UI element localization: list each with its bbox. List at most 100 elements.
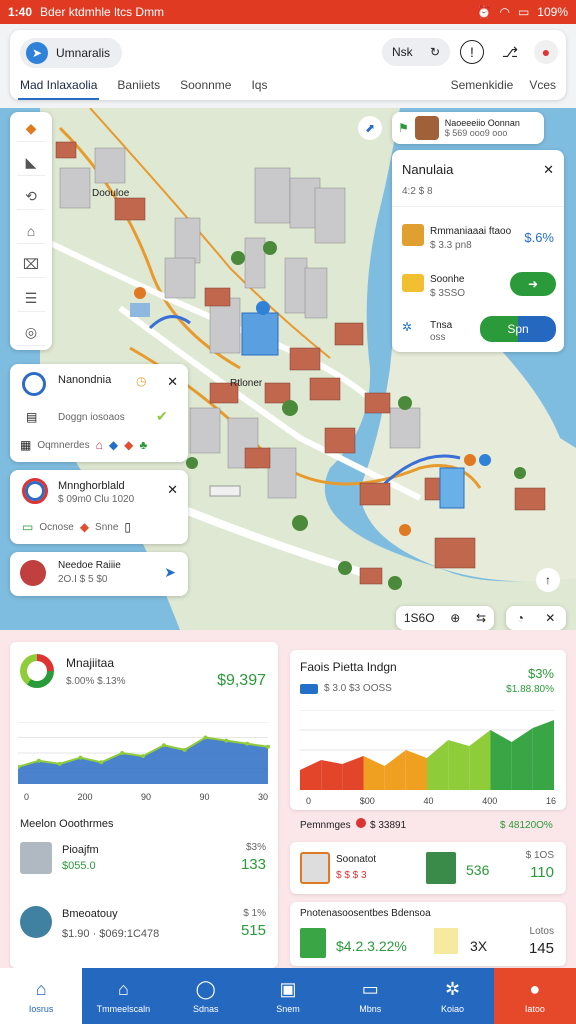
tab-right-2[interactable]: Vces [529,78,556,92]
camera-icon[interactable]: ⌧ [17,252,45,278]
zoom-control[interactable]: ◔ ✕ [506,606,566,630]
row1-name: Soonatot [336,854,377,865]
close-icon[interactable]: ✕ [167,482,178,498]
status-bar: 1:40 Bder ktdmhle ltcs Dmm ⏰ ◠ ▭ 109% [0,0,576,24]
scale-value: 1S6O [403,611,435,625]
right-title: Faois Pietta Indgn [300,660,397,674]
data-point [266,744,270,749]
area-segment [300,760,322,790]
action-button[interactable]: Spn [480,316,556,342]
left-x-tick-2: 200 [77,792,93,802]
doc-green-icon [300,928,326,958]
tab-3[interactable]: Soonnme [178,76,233,100]
item1-name: Pioajfm [62,844,99,856]
pin-tool-icon[interactable]: ◣ [17,150,45,176]
top-bar: ➤ Umnaralis Nsk ↻ ! ⎇ ● Mad Inlaxaolia B… [10,30,566,100]
direction-icon[interactable]: ↑ [536,568,560,592]
area-segment [532,720,554,790]
place-detail-panel: Nanulaia ✕ 4:2 $ 8 Rmmaniaaai ftaoo $ 3.… [392,150,564,352]
share-icon[interactable]: ⎇ [498,40,522,64]
data-point [120,751,125,755]
card2-tag-2: Snne [95,521,119,533]
share-tool-icon: ✲ [402,320,413,334]
tab-map[interactable]: Mad Inlaxaolia [18,76,100,100]
diamond-icon-2: ◆ [124,438,134,452]
row1-sub: $ 3.3 pn8 [430,240,472,251]
left-title: Mnajiitaa [66,656,115,670]
place-card-3[interactable]: Needoe Raiiie 2O.I $ 5 $0 ➤ [10,552,188,596]
right-pct-2: $1.88.80% [506,684,554,695]
row2-name: Pnotenasoosentbes Bdensoa [300,908,431,919]
nav-label-6: Koiao [441,1003,465,1014]
search-input[interactable]: Nsk ↻ [382,38,450,66]
left-sub: $.00% $.13% [66,676,126,687]
status-time: 1:40 [8,5,33,19]
badge-line-1: Naoeeeiio Oonnan [444,118,520,128]
go-button[interactable]: ➜ [510,272,556,296]
tab-2[interactable]: Baniiets [115,76,162,100]
grid-icon: ▦ [20,438,32,452]
scale-control[interactable]: 1S6O ⊕ ⇆ [396,606,494,630]
data-point [57,761,62,766]
location-label: Umnaralis [56,46,111,60]
status-carrier: Bder ktdmhle ltcs Dmm [40,5,165,19]
tab-right-1[interactable]: Semenkidie [451,78,514,92]
right-row-1[interactable]: Soonatot $ $ $ 3 536 $ 1OS 110 [290,842,566,894]
right-x-tick-1: 0 [306,796,312,806]
ticket-icon [402,274,424,292]
right-x-tick-4: 400 [482,796,498,806]
right-legend-val: $ 33891 [370,820,407,831]
close-icon[interactable]: ✕ [543,162,554,178]
row1-image [426,852,456,884]
nav-settings[interactable]: ✲ Koiao [411,968,493,1024]
row1-val-2: 110 [530,864,554,881]
send-icon[interactable]: ➤ [164,564,176,581]
close-icon[interactable]: ✕ [167,374,178,390]
nav-chat[interactable]: ◯ Sdnas [165,968,247,1024]
card1-line: Doggn iosoaos [58,412,125,423]
list-icon[interactable]: ☰ [17,286,45,312]
nav-home[interactable]: ⌂ Iosrus [0,968,83,1024]
tab-bar: Mad Inlaxaolia Baniiets Soonnme Iqs [18,76,269,100]
right-row-2[interactable]: Pnotenasoosentbes Bdensoa $4.2.3.22% 3X … [290,902,566,966]
nav-messages[interactable]: ▭ Mbns [329,968,411,1024]
left-x-tick-3: 90 [140,792,151,802]
area-segment [342,756,364,790]
card1-tag: Oqmnerdes [37,439,90,451]
area-segment [405,750,427,790]
history-icon[interactable]: ⟲ [17,184,45,210]
panel-title: Nanulaia [402,162,454,177]
data-point [224,738,229,743]
place-card-1[interactable]: Nanondnia ◷ ✕ ▤ Doggn iosoaos ✔ ▦ Oqmner… [10,364,188,462]
left-x-tick-4: 90 [199,792,210,802]
place-card-2[interactable]: Mnnghorblald $ 09m0 Clu 1020 ✕ ▭ Ocnose … [10,470,188,544]
house-icon: ⌂ [95,438,103,452]
location-chip[interactable]: ➤ Umnaralis [20,38,122,68]
nav-label-4: Snem [276,1003,300,1014]
mail-icon: ▭ [361,978,379,999]
map-center-label: Rtloner [230,378,263,389]
profile-avatar[interactable]: ● [534,40,558,64]
tab-4[interactable]: Iqs [249,76,269,100]
area-segment [363,756,385,790]
close-icon: ✕ [545,611,556,625]
left-value: $9,397 [217,672,266,689]
card2-line: $ 09m0 Clu 1020 [58,494,135,505]
right-sub: $ 3.0 $3 OOSS [324,683,392,694]
layers-tool-icon[interactable]: ◎ [17,320,45,346]
compass-icon[interactable]: ⬈ [358,116,382,140]
tag-icon[interactable]: ◆ [17,116,45,142]
nav-profile[interactable]: ● Iatoo [493,968,576,1024]
building-icon: ⌂ [117,978,129,999]
map-info-badge[interactable]: ⚑ Naoeeeiio Oonnan $ 569 ooo9 ooo [392,112,544,144]
navigation-arrow-icon: ➤ [26,42,48,64]
info-icon[interactable]: ! [460,40,484,64]
area-segment [469,730,491,790]
bus-icon[interactable]: ⌂ [17,218,45,244]
item2-name: Bmeoatouy [62,908,118,920]
nav-map[interactable]: ▣ Snem [247,968,329,1024]
nav-buildings[interactable]: ⌂ Tmmeelscaln [82,968,164,1024]
row1-label: Rmmaniaaai ftaoo [430,226,512,237]
row3-label: Tnsa [430,320,453,331]
item1-thumbnail [20,842,52,874]
